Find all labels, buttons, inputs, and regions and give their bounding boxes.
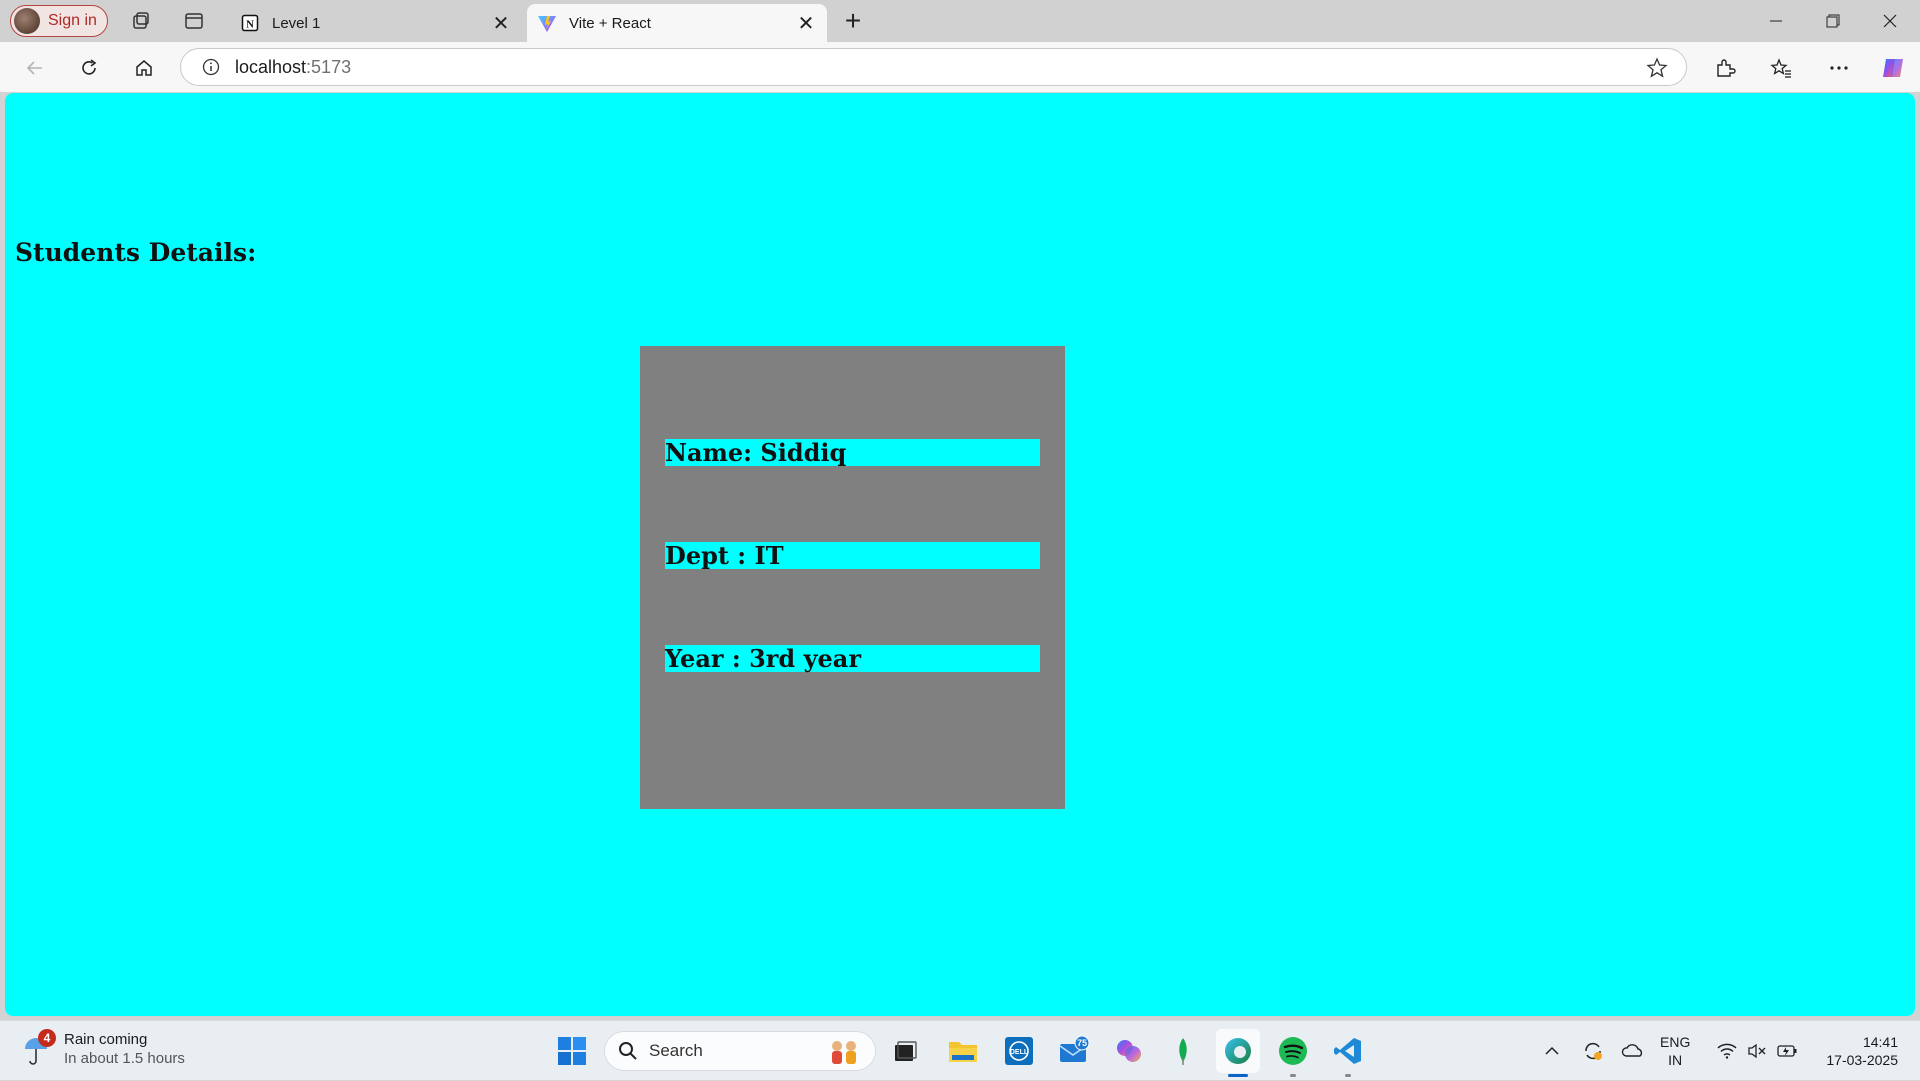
taskbar-search[interactable]: Search xyxy=(604,1031,876,1071)
address-bar[interactable]: localhost:5173 xyxy=(180,48,1687,86)
edge-browser-icon[interactable] xyxy=(1216,1029,1260,1077)
profile-avatar xyxy=(14,8,40,34)
vite-icon xyxy=(537,13,557,33)
workspaces-icon[interactable] xyxy=(129,9,153,33)
page-viewport: Students Details: Name: Siddiq Dept : IT… xyxy=(5,93,1915,1016)
browser-toolbar: localhost:5173 xyxy=(0,42,1920,92)
tab-title: Vite + React xyxy=(569,14,651,32)
weather-widget[interactable]: 4 Rain coming In about 1.5 hours xyxy=(22,1029,185,1069)
url-text: localhost:5173 xyxy=(235,57,351,78)
tab-close-icon[interactable]: ✕ xyxy=(486,8,516,38)
lang-region: IN xyxy=(1668,1052,1683,1068)
svg-text:DELL: DELL xyxy=(1010,1049,1029,1056)
site-info-icon[interactable] xyxy=(201,57,221,77)
battery-icon[interactable] xyxy=(1774,1021,1800,1081)
profile-signin-button[interactable]: Sign in xyxy=(10,5,108,37)
more-options-icon[interactable] xyxy=(1823,52,1855,84)
tab-close-icon[interactable]: ✕ xyxy=(791,8,821,38)
browser-tab-strip: Sign in N Level 1 ✕ Vite + React ✕ + xyxy=(0,0,1920,42)
vscode-icon[interactable] xyxy=(1326,1029,1370,1077)
weather-subtitle: In about 1.5 hours xyxy=(64,1050,185,1067)
tab-level-1[interactable]: N Level 1 ✕ xyxy=(230,4,522,42)
url-host: localhost xyxy=(235,56,307,77)
lang-code: ENG xyxy=(1660,1034,1691,1050)
chevron-up-icon[interactable] xyxy=(1540,1021,1564,1081)
signin-label: Sign in xyxy=(48,12,97,29)
umbrella-icon: 4 xyxy=(22,1029,56,1069)
search-icon xyxy=(617,1040,639,1062)
mail-icon[interactable]: 75 xyxy=(1052,1029,1096,1073)
svg-text:N: N xyxy=(246,19,254,31)
favorite-star-icon[interactable] xyxy=(1646,57,1668,79)
onedrive-icon[interactable] xyxy=(1618,1021,1648,1081)
mail-badge-count: 75 xyxy=(1077,1038,1087,1048)
clock-time: 14:41 xyxy=(1862,1034,1898,1050)
clock-date: 17-03-2025 xyxy=(1826,1052,1898,1068)
input-language[interactable]: ENG IN xyxy=(1660,1033,1690,1069)
new-tab-button[interactable]: + xyxy=(838,5,868,36)
wifi-icon[interactable] xyxy=(1714,1021,1740,1081)
search-label: Search xyxy=(649,1041,703,1060)
close-window-icon[interactable] xyxy=(1862,6,1918,36)
weather-title: Rain coming xyxy=(64,1031,148,1048)
spotify-icon[interactable] xyxy=(1271,1029,1315,1077)
url-port: :5173 xyxy=(306,56,352,77)
file-explorer-icon[interactable] xyxy=(941,1029,985,1073)
refresh-icon[interactable] xyxy=(73,52,105,84)
extensions-icon[interactable] xyxy=(1709,52,1741,84)
back-arrow-icon[interactable] xyxy=(19,52,51,84)
weather-alert-badge: 4 xyxy=(38,1029,56,1047)
student-year: Year : 3rd year xyxy=(665,645,1040,673)
copilot-app-icon[interactable] xyxy=(1107,1029,1151,1073)
start-windows-icon[interactable] xyxy=(550,1029,594,1073)
tab-title: Level 1 xyxy=(272,14,321,32)
minimize-icon[interactable] xyxy=(1748,6,1804,36)
restore-icon[interactable] xyxy=(1805,6,1861,36)
tab-vite-react[interactable]: Vite + React ✕ xyxy=(527,4,827,42)
system-clock[interactable]: 14:41 17-03-2025 xyxy=(1818,1033,1898,1069)
task-view-icon[interactable] xyxy=(883,1029,927,1073)
student-card: Name: Siddiq Dept : IT Year : 3rd year xyxy=(640,346,1065,809)
notion-icon: N xyxy=(240,13,260,33)
search-highlight-icon xyxy=(827,1038,861,1071)
sync-icon[interactable] xyxy=(1578,1021,1608,1081)
vertical-tabs-icon[interactable] xyxy=(182,9,206,33)
page-heading: Students Details: xyxy=(15,238,257,267)
mongodb-icon[interactable] xyxy=(1161,1029,1205,1073)
copilot-icon[interactable] xyxy=(1877,52,1909,84)
student-dept: Dept : IT xyxy=(665,542,1040,570)
favorites-icon[interactable] xyxy=(1765,52,1797,84)
home-icon[interactable] xyxy=(128,52,160,84)
windows-taskbar: 4 Rain coming In about 1.5 hours Search … xyxy=(0,1020,1920,1080)
student-name: Name: Siddiq xyxy=(665,439,1040,467)
volume-muted-icon[interactable] xyxy=(1744,1021,1770,1081)
dell-icon[interactable]: DELL xyxy=(997,1029,1041,1073)
